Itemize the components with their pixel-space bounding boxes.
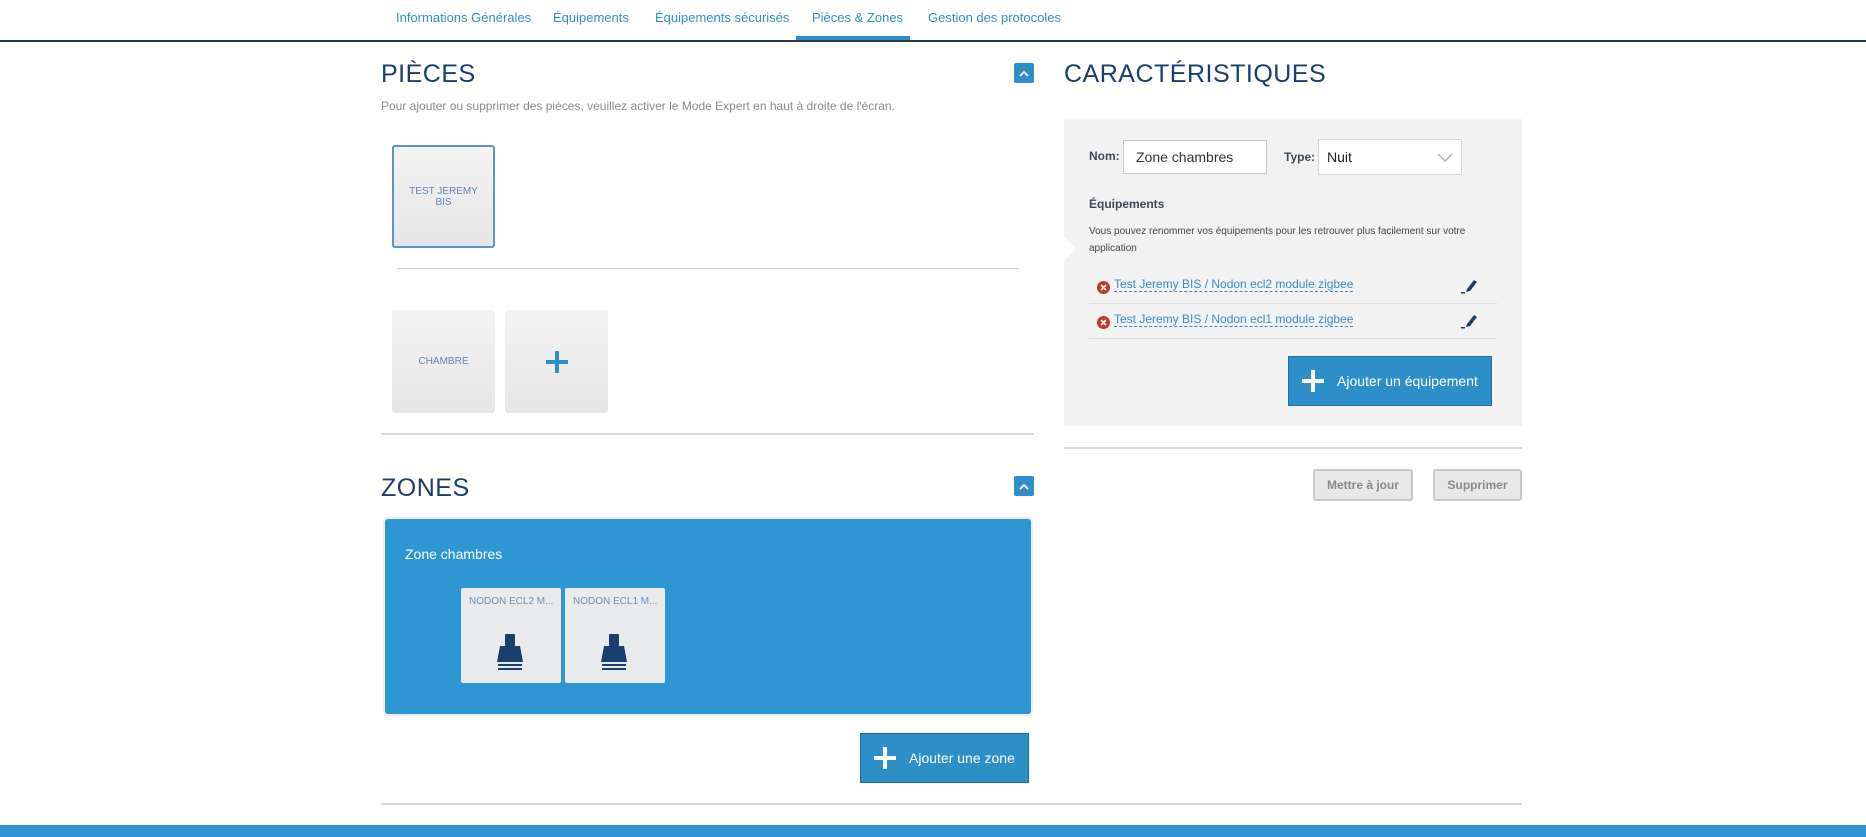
pencil-icon[interactable] <box>1461 276 1479 294</box>
pencil-icon[interactable] <box>1461 311 1479 329</box>
zone-card[interactable]: Zone chambres NODON ECL2 M... NODON ECL1… <box>383 517 1033 716</box>
pieces-title: PIÈCES <box>381 60 476 88</box>
add-zone-label: Ajouter une zone <box>909 750 1015 766</box>
zones-title: ZONES <box>381 474 470 502</box>
caracteristiques-panel: Nom: Type: Nuit Équipements Vous pouvez … <box>1064 119 1522 426</box>
panel-notch <box>1064 237 1076 261</box>
update-button[interactable]: Mettre à jour <box>1313 469 1413 501</box>
zone-device-tile[interactable]: NODON ECL1 M... <box>565 588 665 683</box>
nom-label: Nom: <box>1089 149 1120 163</box>
add-equipment-label: Ajouter un équipement <box>1337 373 1478 389</box>
device-label: NODON ECL1 M... <box>573 596 658 607</box>
divider <box>1064 447 1522 449</box>
page: Informations Générales Équipements Équip… <box>0 0 1866 837</box>
add-zone-button[interactable]: Ajouter une zone <box>860 733 1029 783</box>
pieces-hint: Pour ajouter ou supprimer des pièces, ve… <box>381 99 895 113</box>
bulb-icon <box>497 634 523 670</box>
nom-input[interactable] <box>1123 140 1267 174</box>
chevron-up-icon <box>1019 483 1029 490</box>
zone-name: Zone chambres <box>405 546 503 562</box>
chevron-down-icon <box>1437 153 1453 162</box>
zone-device-tile[interactable]: NODON ECL2 M... <box>461 588 561 683</box>
plus-icon <box>874 747 896 769</box>
zones-collapse-button[interactable] <box>1014 476 1034 496</box>
tab-equipements[interactable]: Équipements <box>537 0 645 40</box>
equipment-row: Test Jeremy BIS / Nodon ecl1 module zigb… <box>1089 304 1497 339</box>
type-select[interactable]: Nuit <box>1318 139 1462 175</box>
tab-gestion-protocoles[interactable]: Gestion des protocoles <box>912 0 1077 40</box>
caracteristiques-title: CARACTÉRISTIQUES <box>1064 60 1327 88</box>
equipment-name-link[interactable]: Test Jeremy BIS / Nodon ecl1 module zigb… <box>1114 312 1354 327</box>
add-room-tile[interactable] <box>505 310 608 413</box>
tab-informations-generales[interactable]: Informations Générales <box>380 0 547 40</box>
pieces-collapse-button[interactable] <box>1014 63 1034 83</box>
divider <box>397 268 1019 269</box>
tab-pieces-zones[interactable]: Pièces & Zones <box>796 0 910 40</box>
tab-equipements-securises[interactable]: Équipements sécurisés <box>639 0 805 40</box>
footer-bar <box>0 825 1866 837</box>
equipements-hint: Vous pouvez renommer vos équipements pou… <box>1089 226 1466 254</box>
plus-icon <box>545 350 568 373</box>
room-tile-label: TEST JEREMY BIS <box>409 185 478 208</box>
chevron-up-icon <box>1019 70 1029 77</box>
device-label: NODON ECL2 M... <box>469 596 554 607</box>
divider <box>381 433 1034 435</box>
add-equipment-button[interactable]: Ajouter un équipement <box>1288 356 1492 406</box>
plus-icon <box>1302 370 1324 392</box>
delete-button[interactable]: Supprimer <box>1433 469 1522 501</box>
type-select-value: Nuit <box>1327 149 1352 165</box>
bulb-icon <box>601 634 627 670</box>
tab-bar: Informations Générales Équipements Équip… <box>0 0 1866 42</box>
type-label: Type: <box>1284 150 1316 164</box>
room-tile-selected[interactable]: TEST JEREMY BIS <box>392 145 495 248</box>
room-tile[interactable]: CHAMBRE <box>392 310 495 413</box>
remove-icon[interactable] <box>1097 281 1110 294</box>
room-tile-label: CHAMBRE <box>418 356 469 367</box>
equipment-name-link[interactable]: Test Jeremy BIS / Nodon ecl2 module zigb… <box>1114 277 1354 292</box>
remove-icon[interactable] <box>1097 316 1110 329</box>
equipment-row: Test Jeremy BIS / Nodon ecl2 module zigb… <box>1089 269 1497 304</box>
equipements-label: Équipements <box>1089 197 1165 211</box>
divider <box>381 803 1522 805</box>
